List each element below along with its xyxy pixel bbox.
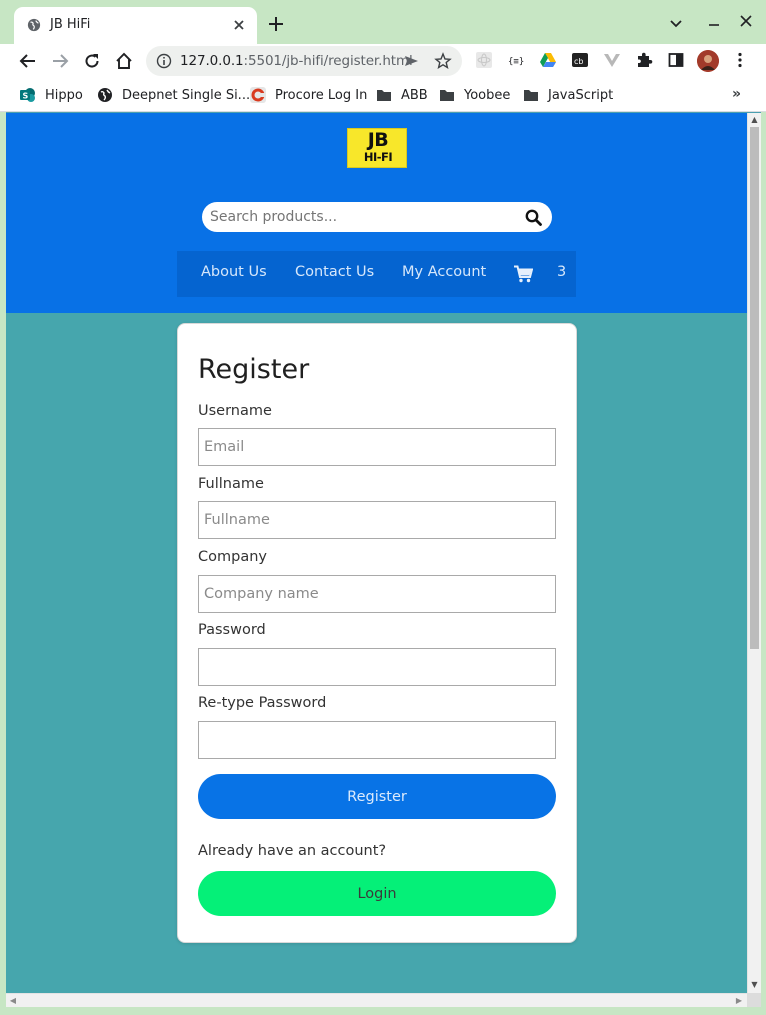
company-label: Company — [198, 549, 267, 565]
browser-tab-strip: JB HiFi — [0, 0, 766, 44]
cart-count: 3 — [557, 264, 567, 280]
vertical-scrollbar-thumb[interactable] — [750, 127, 759, 649]
fullname-label: Fullname — [198, 476, 264, 492]
jb-hifi-logo[interactable]: JB HI-FI — [347, 128, 407, 168]
page-viewport: JB HI-FI About Us Contact Us My Account … — [6, 113, 747, 993]
new-tab-icon[interactable] — [266, 14, 286, 34]
password-field[interactable] — [198, 648, 556, 686]
forward-icon[interactable] — [50, 51, 70, 71]
search-icon[interactable] — [525, 209, 542, 226]
retype-password-field[interactable] — [198, 721, 556, 759]
home-icon[interactable] — [114, 51, 134, 71]
login-button[interactable]: Login — [198, 871, 556, 916]
browser-toolbar: 127.0.0.1:5501/jb-hifi/register.html {≡}… — [0, 44, 766, 78]
extensions-puzzle-icon[interactable] — [635, 51, 653, 69]
main-nav: About Us Contact Us My Account 3 — [177, 251, 576, 297]
globe-icon — [27, 18, 41, 32]
react-devtools-icon[interactable] — [475, 51, 493, 69]
bookmark-folder-abb[interactable]: ABB — [376, 85, 428, 105]
back-icon[interactable] — [18, 51, 38, 71]
company-field[interactable] — [198, 575, 556, 613]
site-header: JB HI-FI About Us Contact Us My Account … — [6, 113, 747, 313]
retype-password-label: Re-type Password — [198, 695, 327, 711]
url-text: 127.0.0.1:5501/jb-hifi/register.html — [180, 53, 413, 69]
profile-photo-icon — [697, 50, 719, 72]
send-icon[interactable] — [402, 52, 420, 70]
codebeautify-icon[interactable]: cb — [571, 51, 589, 69]
folder-icon — [524, 90, 538, 101]
scroll-up-arrow-icon[interactable]: ▲ — [750, 115, 759, 125]
profile-avatar[interactable] — [697, 50, 719, 72]
bookmark-folder-yoobee[interactable]: Yoobee — [439, 85, 510, 105]
tab-title: JB HiFi — [50, 17, 91, 32]
globe-icon — [98, 88, 112, 102]
address-bar[interactable]: 127.0.0.1:5501/jb-hifi/register.html — [146, 46, 462, 76]
bookmark-hippo[interactable]: S Hippo — [20, 85, 83, 105]
folder-icon — [377, 90, 391, 101]
username-label: Username — [198, 403, 272, 419]
json-viewer-icon[interactable]: {≡} — [507, 51, 525, 69]
bookmarks-bar: S Hippo Deepnet Single Si... Procore Log… — [0, 78, 766, 112]
vertical-scrollbar[interactable]: ▲ ▼ — [747, 113, 761, 993]
nav-contact-us[interactable]: Contact Us — [295, 264, 374, 280]
close-window-icon[interactable] — [737, 12, 755, 30]
search-input[interactable] — [210, 206, 515, 228]
bookmark-folder-javascript[interactable]: JavaScript — [523, 85, 613, 105]
password-label: Password — [198, 622, 266, 638]
vue-devtools-icon[interactable] — [603, 51, 621, 69]
minimize-icon[interactable] — [705, 14, 723, 32]
chevron-down-icon[interactable] — [667, 14, 685, 32]
scroll-right-arrow-icon[interactable]: ▶ — [734, 995, 744, 1007]
bookmark-star-icon[interactable] — [434, 52, 452, 70]
google-drive-icon[interactable] — [539, 51, 557, 69]
folder-icon — [440, 90, 454, 101]
scroll-left-arrow-icon[interactable]: ◀ — [8, 995, 18, 1007]
nav-about-us[interactable]: About Us — [201, 264, 267, 280]
search-bar — [202, 202, 552, 232]
browser-tab[interactable]: JB HiFi — [14, 7, 257, 44]
close-tab-icon[interactable] — [229, 15, 249, 35]
cart-icon[interactable] — [514, 265, 533, 283]
window-frame-right — [761, 112, 766, 1007]
svg-text:{≡}: {≡} — [508, 57, 524, 67]
scroll-down-arrow-icon[interactable]: ▼ — [750, 980, 759, 990]
procore-icon — [250, 87, 266, 103]
sharepoint-icon: S — [20, 88, 35, 102]
page-title: Register — [198, 354, 310, 385]
username-field[interactable] — [198, 428, 556, 466]
window-frame-bottom — [0, 1007, 766, 1015]
fullname-field[interactable] — [198, 501, 556, 539]
site-info-icon[interactable] — [156, 53, 172, 69]
side-panel-icon[interactable] — [667, 51, 685, 69]
svg-text:S: S — [23, 92, 29, 101]
register-button[interactable]: Register — [198, 774, 556, 819]
bookmarks-overflow-button[interactable]: » — [732, 86, 741, 102]
horizontal-scrollbar[interactable]: ◀ ▶ — [6, 993, 747, 1007]
bookmark-procore[interactable]: Procore Log In — [250, 85, 367, 105]
svg-text:cb: cb — [574, 57, 583, 66]
reload-icon[interactable] — [82, 51, 102, 71]
nav-my-account[interactable]: My Account — [402, 264, 486, 280]
already-have-account-text: Already have an account? — [198, 843, 387, 859]
scrollbar-corner — [747, 993, 761, 1007]
register-card: Register Username Fullname Company Passw… — [177, 323, 577, 943]
bookmark-deepnet[interactable]: Deepnet Single Si... — [97, 85, 250, 105]
menu-kebab-icon[interactable] — [731, 51, 749, 69]
